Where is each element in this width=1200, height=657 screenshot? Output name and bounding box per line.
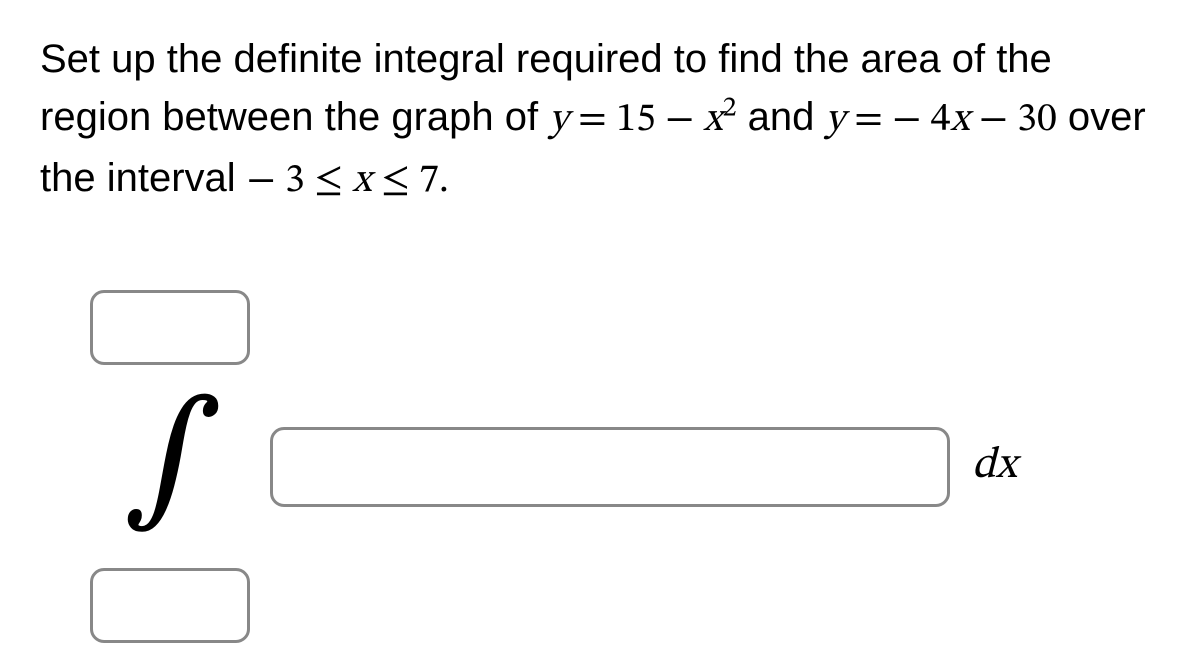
- eq1-equals: =: [569, 100, 617, 140]
- question-part2: and: [736, 95, 825, 139]
- interval-var: x: [352, 161, 371, 201]
- eq1-const: 15: [616, 100, 656, 140]
- eq2-x: x: [950, 100, 969, 140]
- eq1-y: y: [549, 100, 568, 140]
- lower-bound-input[interactable]: [90, 568, 250, 643]
- question-text: Set up the definite integral required to…: [40, 30, 1160, 210]
- eq2-rhs2: − 30: [970, 100, 1057, 140]
- eq2-y: y: [825, 100, 844, 140]
- eq2-rhs: − 4: [892, 100, 950, 140]
- integrand-row: dx: [270, 427, 1017, 507]
- interval-b: ≤ 7.: [372, 161, 449, 201]
- bounds-column: ∫: [90, 290, 250, 643]
- eq1-x: x: [703, 100, 722, 140]
- integral-input-area: ∫ dx: [90, 290, 1160, 643]
- eq1-exp: 2: [723, 95, 737, 123]
- interval-a: − 3 ≤: [247, 161, 353, 201]
- eq2-equals: =: [845, 100, 893, 140]
- eq1-minus: −: [656, 100, 704, 140]
- integrand-input[interactable]: [270, 427, 950, 507]
- dx-x: x: [996, 444, 1017, 488]
- dx-d: d: [972, 444, 996, 488]
- upper-bound-input[interactable]: [90, 290, 250, 365]
- integral-sign-icon: ∫: [123, 400, 222, 523]
- dx-label: dx: [972, 439, 1017, 494]
